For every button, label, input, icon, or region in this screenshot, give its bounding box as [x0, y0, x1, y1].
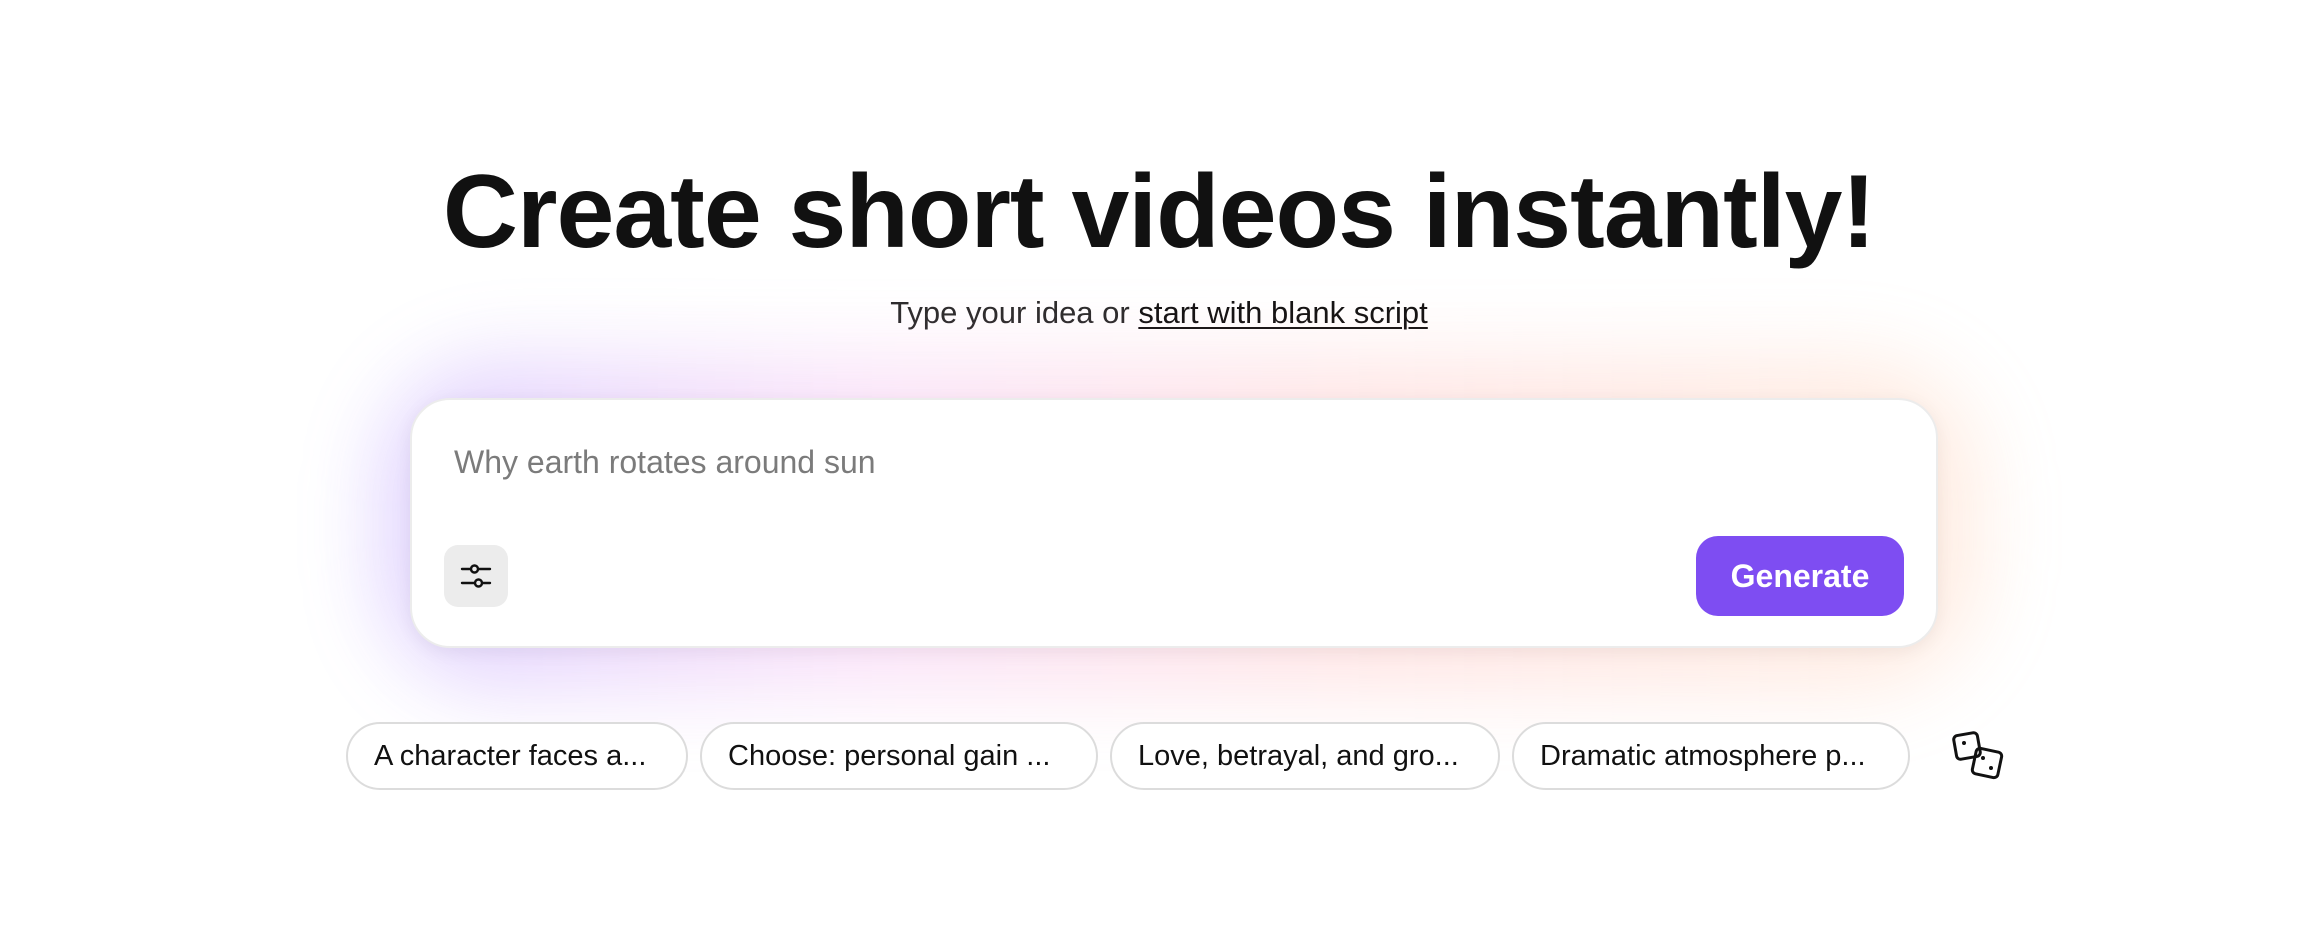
sliders-icon	[459, 559, 493, 593]
shuffle-button[interactable]	[1946, 724, 2010, 788]
subtitle-text: Type your idea or	[890, 295, 1139, 330]
settings-button[interactable]	[444, 545, 508, 607]
blank-script-link[interactable]: start with blank script	[1138, 295, 1427, 330]
subtitle: Type your idea or start with blank scrip…	[0, 293, 2318, 333]
suggestion-chips: A character faces a... Choose: personal …	[346, 720, 2010, 792]
generate-button[interactable]: Generate	[1696, 536, 1904, 616]
suggestion-chip[interactable]: Love, betrayal, and gro...	[1110, 722, 1500, 790]
suggestion-chip[interactable]: A character faces a...	[346, 722, 688, 790]
prompt-card: Generate	[410, 398, 1938, 648]
page: Create short videos instantly! Type your…	[0, 0, 2318, 932]
page-title: Create short videos instantly!	[442, 154, 1876, 270]
suggestion-chip[interactable]: Dramatic atmosphere p...	[1512, 722, 1910, 790]
idea-input[interactable]	[452, 436, 1896, 488]
suggestion-chip[interactable]: Choose: personal gain ...	[700, 722, 1098, 790]
dice-icon	[1950, 728, 2006, 784]
